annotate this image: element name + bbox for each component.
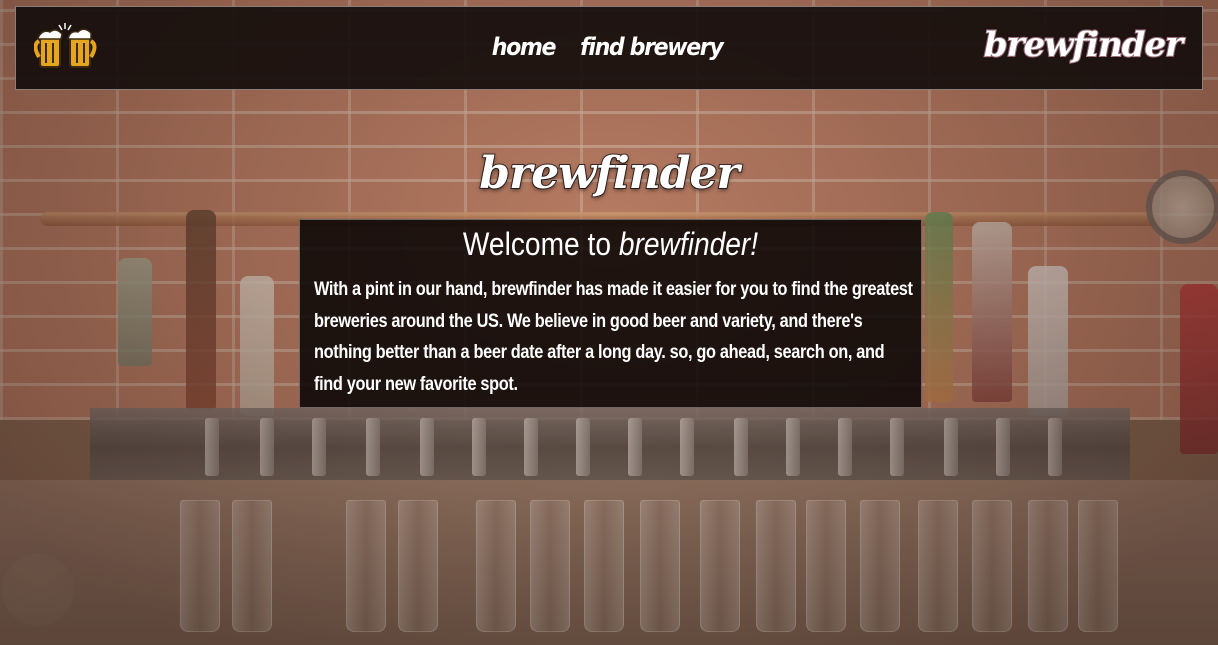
navbar: home find brewery brewfinder [15,6,1203,90]
nav-link-find-brewery[interactable]: find brewery [581,33,725,61]
welcome-title-brand: brewfinder! [618,226,759,262]
welcome-title-prefix: Welcome to [462,226,619,262]
welcome-title: Welcome to brewfinder! [337,226,883,263]
nav-link-home[interactable]: home [492,33,557,61]
welcome-panel: Welcome to brewfinder! With a pint in ou… [299,219,922,408]
hero-brand-logo: brewfinder [478,147,740,200]
brand-logo[interactable]: brewfinder [983,24,1184,66]
welcome-body: With a pint in our hand, brewfinder has … [314,279,913,395]
